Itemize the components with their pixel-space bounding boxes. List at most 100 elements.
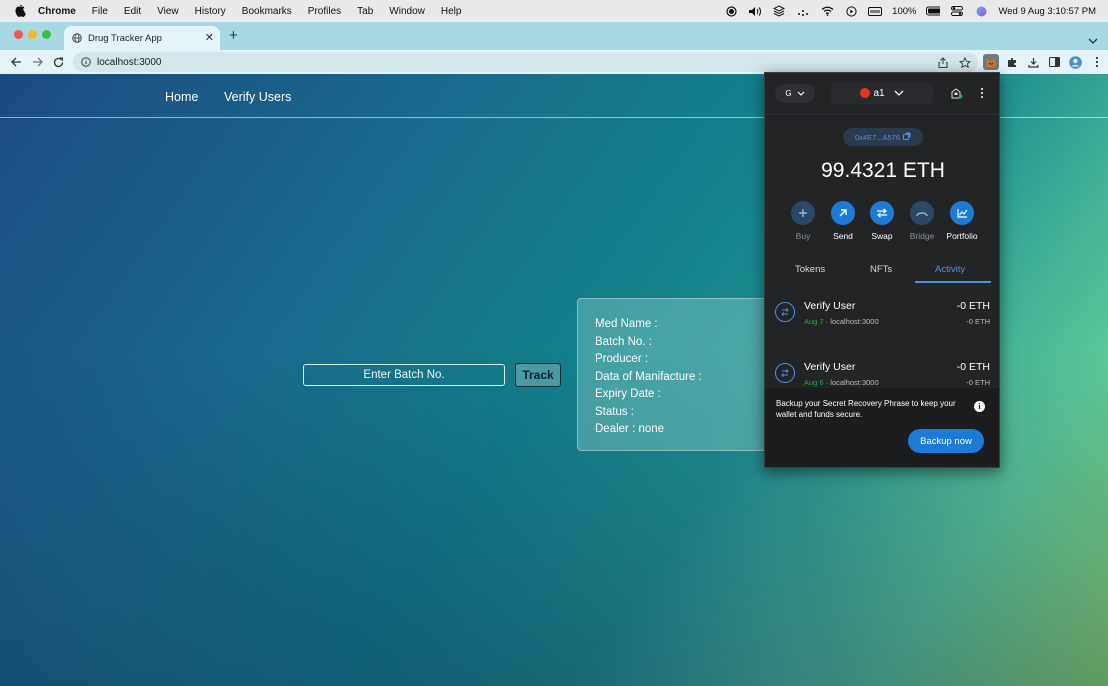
chrome-menu-icon[interactable] — [1090, 55, 1104, 69]
backup-message: Backup your Secret Recovery Phrase to ke… — [776, 399, 956, 419]
activity-item[interactable]: Verify User Aug 7 · localhost:3000 -0 ET… — [765, 291, 999, 341]
activity-date: Aug 7 — [804, 317, 824, 326]
window-close-button[interactable] — [14, 30, 23, 39]
menu-tab[interactable]: Tab — [357, 6, 373, 17]
track-button[interactable]: Track — [515, 363, 561, 387]
account-address-copy[interactable]: 0x4E7...A576 — [843, 128, 923, 146]
activity-meta: Aug 7 · localhost:3000 — [804, 317, 879, 326]
activity-amount: -0 ETH — [956, 361, 990, 373]
activity-amount-sub: -0 ETH — [966, 317, 990, 326]
tab-title: Drug Tracker App — [88, 32, 162, 44]
site-info-icon[interactable] — [81, 57, 91, 67]
profile-avatar-icon[interactable] — [1068, 55, 1082, 69]
activity-title: Verify User — [804, 361, 856, 373]
menu-edit[interactable]: Edit — [124, 6, 141, 17]
nav-home-link[interactable]: Home — [165, 90, 198, 104]
new-tab-button[interactable]: + — [229, 27, 238, 44]
tab-close-icon[interactable]: ✕ — [205, 31, 214, 44]
bridge-button[interactable]: Bridge — [902, 201, 942, 241]
extensions-puzzle-icon[interactable] — [1005, 55, 1019, 69]
volume-icon[interactable] — [748, 5, 762, 17]
contract-interaction-icon — [775, 363, 795, 383]
info-status: Status : — [595, 405, 634, 418]
drug-info-card: Med Name : Batch No. : Producer : Data o… — [577, 298, 777, 451]
portfolio-button[interactable]: Portfolio — [942, 201, 982, 241]
screen: Chrome File Edit View History Bookmarks … — [0, 0, 1108, 686]
download-icon[interactable] — [1026, 55, 1040, 69]
reload-icon[interactable] — [51, 55, 65, 69]
metamask-popup: G a1 0x4E7...A576 99.4321 ETH Buy Send S… — [764, 72, 1000, 468]
send-button[interactable]: Send — [823, 201, 863, 241]
info-batch-no: Batch No. : — [595, 335, 652, 348]
menu-help[interactable]: Help — [441, 6, 462, 17]
share-icon[interactable] — [936, 55, 950, 69]
address-bar[interactable]: localhost:3000 — [73, 52, 978, 72]
macos-menubar: Chrome File Edit View History Bookmarks … — [0, 0, 1108, 22]
window-minimize-button[interactable] — [28, 30, 37, 39]
chevron-down-icon — [797, 89, 805, 98]
tab-search-chevron-icon[interactable] — [1088, 31, 1098, 49]
play-circle-icon[interactable] — [844, 5, 858, 17]
activity-date: Aug 6 — [804, 378, 824, 387]
memory-icon[interactable] — [868, 5, 883, 17]
account-name: a1 — [873, 87, 885, 99]
swap-button[interactable]: Swap — [862, 201, 902, 241]
battery-percent: 100% — [892, 5, 917, 17]
wifi-icon[interactable] — [820, 5, 834, 17]
browser-tab-active[interactable]: Drug Tracker App ✕ — [64, 26, 220, 50]
bookmark-star-icon[interactable] — [958, 55, 972, 69]
address-url: localhost:3000 — [97, 56, 162, 68]
info-producer: Producer : — [595, 353, 649, 365]
menu-view[interactable]: View — [157, 6, 179, 17]
bridge-label: Bridge — [909, 231, 935, 241]
backup-now-button[interactable]: Backup now — [908, 429, 984, 453]
nav-verify-users-link[interactable]: Verify Users — [224, 90, 291, 104]
account-avatar — [860, 88, 871, 98]
metamask-fox-icon[interactable] — [983, 54, 999, 70]
forward-arrow-icon[interactable] — [30, 55, 44, 69]
batch-number-input[interactable] — [303, 364, 505, 386]
tab-tokens[interactable]: Tokens — [795, 264, 825, 275]
network-selector[interactable]: G — [775, 84, 815, 103]
account-address: 0x4E7...A576 — [854, 132, 901, 142]
side-panel-icon[interactable] — [1047, 55, 1061, 69]
battery-icon[interactable] — [926, 5, 941, 17]
menu-file[interactable]: File — [92, 6, 108, 17]
activity-origin: localhost:3000 — [830, 317, 879, 326]
connected-sites-icon[interactable] — [949, 86, 963, 100]
menu-profiles[interactable]: Profiles — [308, 6, 341, 17]
account-selector[interactable]: a1 — [831, 82, 933, 104]
menu-app-name[interactable]: Chrome — [38, 6, 76, 17]
chart-icon — [950, 201, 974, 225]
bridge-icon — [910, 201, 934, 225]
window-zoom-button[interactable] — [42, 30, 51, 39]
siri-icon[interactable] — [974, 5, 988, 17]
tab-activity[interactable]: Activity — [935, 264, 965, 275]
tab-nfts[interactable]: NFTs — [870, 264, 892, 275]
dots-icon[interactable] — [796, 5, 810, 17]
backup-reminder-banner: Backup your Secret Recovery Phrase to ke… — [765, 388, 999, 467]
activity-amount: -0 ETH — [956, 300, 990, 312]
menu-window[interactable]: Window — [389, 6, 425, 17]
browser-tab-strip: Drug Tracker App ✕ + — [0, 22, 1108, 50]
control-center-icon[interactable] — [950, 5, 964, 17]
back-arrow-icon[interactable] — [9, 55, 23, 69]
swap-label: Swap — [871, 231, 893, 241]
activity-title: Verify User — [804, 300, 856, 312]
buy-button[interactable]: Buy — [783, 201, 823, 241]
copy-icon — [903, 132, 911, 142]
menu-bookmarks[interactable]: Bookmarks — [242, 6, 292, 17]
network-initial: G — [785, 89, 792, 98]
layers-icon[interactable] — [772, 5, 786, 17]
info-dealer: Dealer : none — [595, 423, 665, 435]
menubar-datetime[interactable]: Wed 9 Aug 3:10:57 PM — [998, 6, 1096, 17]
menu-history[interactable]: History — [195, 6, 226, 17]
info-icon[interactable]: i — [974, 401, 985, 412]
active-tab-indicator — [915, 281, 991, 283]
globe-icon — [72, 33, 82, 43]
record-icon[interactable] — [724, 5, 738, 17]
swap-icon — [870, 201, 894, 225]
apple-icon[interactable] — [14, 5, 26, 17]
menubar-status-area: 100% Wed 9 Aug 3:10:57 PM — [724, 0, 1096, 22]
kebab-menu-icon[interactable] — [975, 86, 989, 100]
